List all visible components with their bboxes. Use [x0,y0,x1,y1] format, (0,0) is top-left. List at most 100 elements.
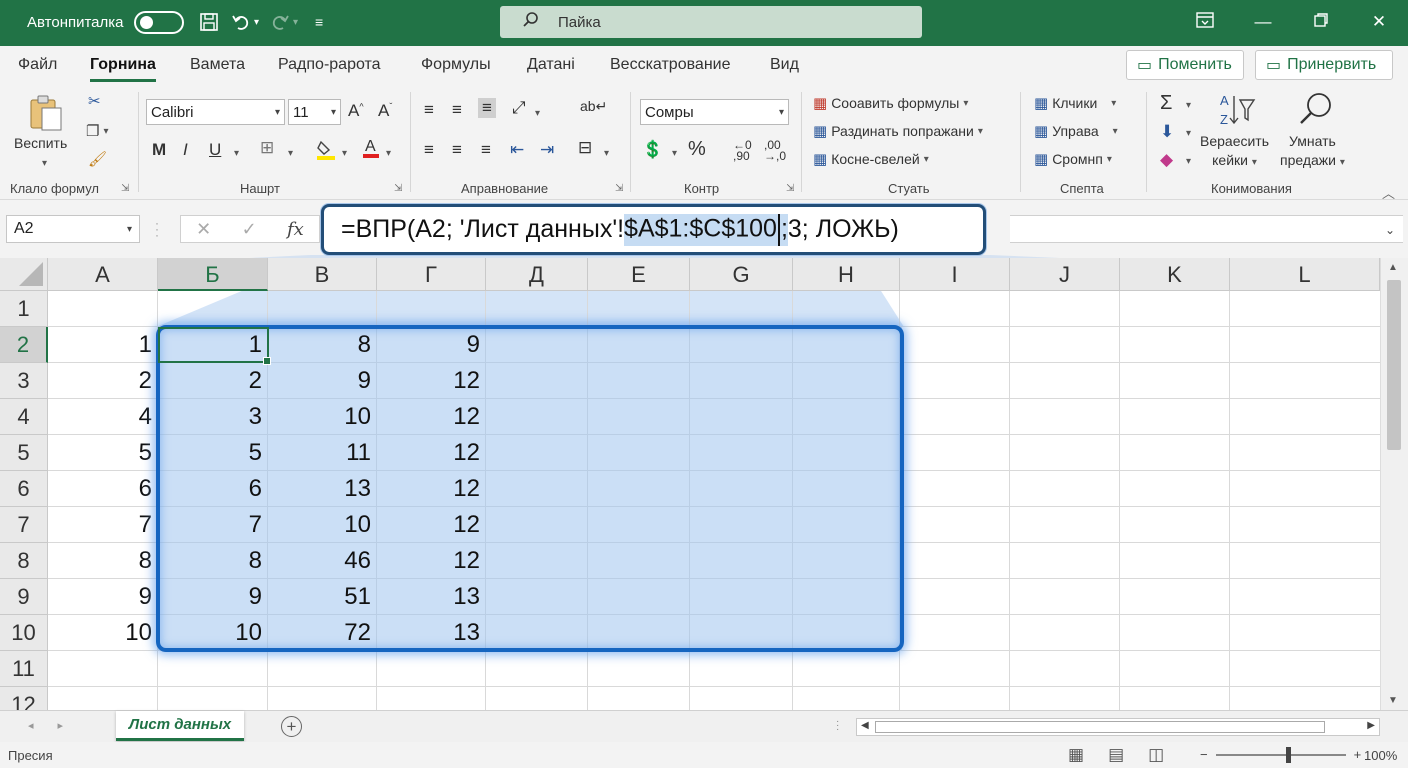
zoom-in-icon[interactable]: + [1354,747,1362,762]
autosave-toggle[interactable] [133,10,184,34]
tab-data[interactable]: Датані [527,56,575,74]
find-select-label[interactable]: Умнать предажи ▾ [1280,132,1345,172]
row-header[interactable]: 1 [0,291,48,327]
horizontal-scrollbar[interactable]: ◀ ▶ [856,718,1380,736]
grid-cell[interactable]: 4 [48,399,158,435]
grid-cell[interactable]: 7 [48,507,158,543]
horizontal-scroll-thumb[interactable] [875,721,1325,733]
increase-font-icon[interactable]: A^ [348,101,364,121]
fill-icon[interactable]: ⬇ [1160,122,1174,142]
decrease-font-icon[interactable]: Aˇ [378,101,392,121]
redo-icon[interactable] [269,10,291,34]
column-header[interactable]: J [1010,258,1120,291]
clipboard-launcher-icon[interactable]: ⇲ [121,183,129,194]
grid-cell[interactable]: 1 [48,327,158,363]
autosum-icon[interactable]: Σ [1160,92,1172,115]
row-header[interactable]: 5 [0,435,48,471]
grid-cell[interactable]: 8 [48,543,158,579]
increase-decimal-icon[interactable]: ←0,90 [733,139,752,162]
row-header[interactable]: 11 [0,651,48,687]
alignment-launcher-icon[interactable]: ⇲ [615,183,623,194]
tab-home[interactable]: Горнина [90,56,156,82]
delete-cells-button[interactable]: ▦ Управа ▾ [1034,122,1118,140]
redo-dropdown-icon[interactable]: ▾ [293,17,298,28]
underline-dropdown-icon[interactable]: ▾ [234,148,239,159]
clear-icon[interactable]: ◆ [1160,150,1173,170]
next-sheet-icon[interactable]: ▸ [58,719,64,732]
zoom-percent[interactable]: 100% [1364,748,1397,763]
tab-view[interactable]: Вид [770,56,799,74]
row-header[interactable]: 7 [0,507,48,543]
align-right-icon[interactable]: ≡ [481,140,491,160]
undo-dropdown-icon[interactable]: ▾ [254,17,259,28]
column-header[interactable]: K [1120,258,1230,291]
tab-page-layout[interactable]: Радпо-рарота [278,56,381,74]
conditional-formatting-button[interactable]: ▦ Сооавить формулы ▾ [813,94,968,112]
comments-button[interactable]: ▭ Поменить [1126,50,1244,80]
insert-cells-button[interactable]: ▦ Клчики ▾ [1034,94,1116,112]
vertical-scroll-thumb[interactable] [1387,280,1401,450]
bold-button[interactable]: M [152,140,166,160]
clear-dropdown-icon[interactable]: ▾ [1186,156,1191,167]
number-format-select[interactable]: Сомры ▾ [640,99,789,125]
format-as-table-button[interactable]: ▦ Раздинать попражани ▾ [813,122,983,140]
share-button[interactable]: ▭ Принервить [1255,50,1393,80]
align-top-icon[interactable]: ≡ [424,100,434,120]
row-header[interactable]: 4 [0,399,48,435]
paste-dropdown-icon[interactable]: ▾ [42,158,47,169]
tab-file[interactable]: Файл [18,56,57,74]
zoom-slider[interactable] [1215,746,1346,763]
customize-toolbar-icon[interactable]: ≡ [308,10,330,34]
undo-icon[interactable] [230,10,252,34]
row-header[interactable]: 12 [0,687,48,710]
minimize-icon[interactable]: — [1234,12,1292,32]
decrease-indent-icon[interactable]: ⇤ [510,140,524,160]
row-header[interactable]: 2 [0,327,48,363]
column-header[interactable]: Д [486,258,588,291]
paste-label[interactable]: Веспить [14,134,67,153]
number-launcher-icon[interactable]: ⇲ [786,183,794,194]
tab-review[interactable]: Весскатрование [610,56,730,74]
increase-indent-icon[interactable]: ⇥ [540,140,554,160]
column-header[interactable]: H [793,258,900,291]
align-middle-icon[interactable]: ≡ [452,100,462,120]
grid-cell[interactable]: 9 [48,579,158,615]
search-box[interactable]: Пайка [500,6,922,38]
normal-view-icon[interactable]: ▦ [1068,745,1084,765]
scroll-left-icon[interactable]: ◀ [861,720,869,731]
grid-cell[interactable]: 10 [48,615,158,651]
page-layout-view-icon[interactable]: ▤ [1108,745,1124,765]
active-cell[interactable] [158,327,271,365]
italic-button[interactable]: I [183,140,188,160]
format-painter-icon[interactable]: 🖌 [88,150,107,168]
tab-insert[interactable]: Вамета [190,56,245,74]
decrease-decimal-icon[interactable]: ,00 →,0 [764,139,786,162]
currency-dropdown-icon[interactable]: ▾ [672,148,677,159]
page-break-view-icon[interactable]: ◫ [1148,745,1164,765]
column-header[interactable]: Г [377,258,486,291]
orientation-dropdown-icon[interactable]: ▾ [535,108,540,119]
column-header[interactable]: A [48,258,158,291]
scroll-right-icon[interactable]: ▶ [1367,720,1375,731]
row-header[interactable]: 8 [0,543,48,579]
sheet-tab[interactable]: Лист данных [116,711,244,741]
save-icon[interactable] [198,10,220,34]
vertical-scrollbar[interactable]: ▲ ▼ [1380,258,1408,710]
copy-icon[interactable]: ❐ ▾ [86,122,108,140]
sort-filter-icon[interactable]: AZ [1218,92,1256,133]
font-size-select[interactable]: 11 ▾ [288,99,341,125]
sort-filter-label[interactable]: Вераесить кейки ▾ [1200,132,1269,172]
font-color-icon[interactable]: A [362,136,380,163]
font-color-dropdown-icon[interactable]: ▾ [386,148,391,159]
orientation-icon[interactable]: ⤢ [512,98,526,118]
paste-icon[interactable] [28,94,64,132]
wrap-text-icon[interactable]: ab↵ [580,98,607,115]
close-icon[interactable]: ✕ [1350,12,1408,32]
grid-cell[interactable]: 2 [48,363,158,399]
fill-dropdown-icon[interactable]: ▾ [1186,128,1191,139]
scroll-up-icon[interactable]: ▲ [1388,262,1398,273]
row-header[interactable]: 3 [0,363,48,399]
add-sheet-button[interactable]: + [281,716,302,737]
align-left-icon[interactable]: ≡ [424,140,434,160]
align-bottom-icon[interactable]: ≡ [478,98,496,118]
